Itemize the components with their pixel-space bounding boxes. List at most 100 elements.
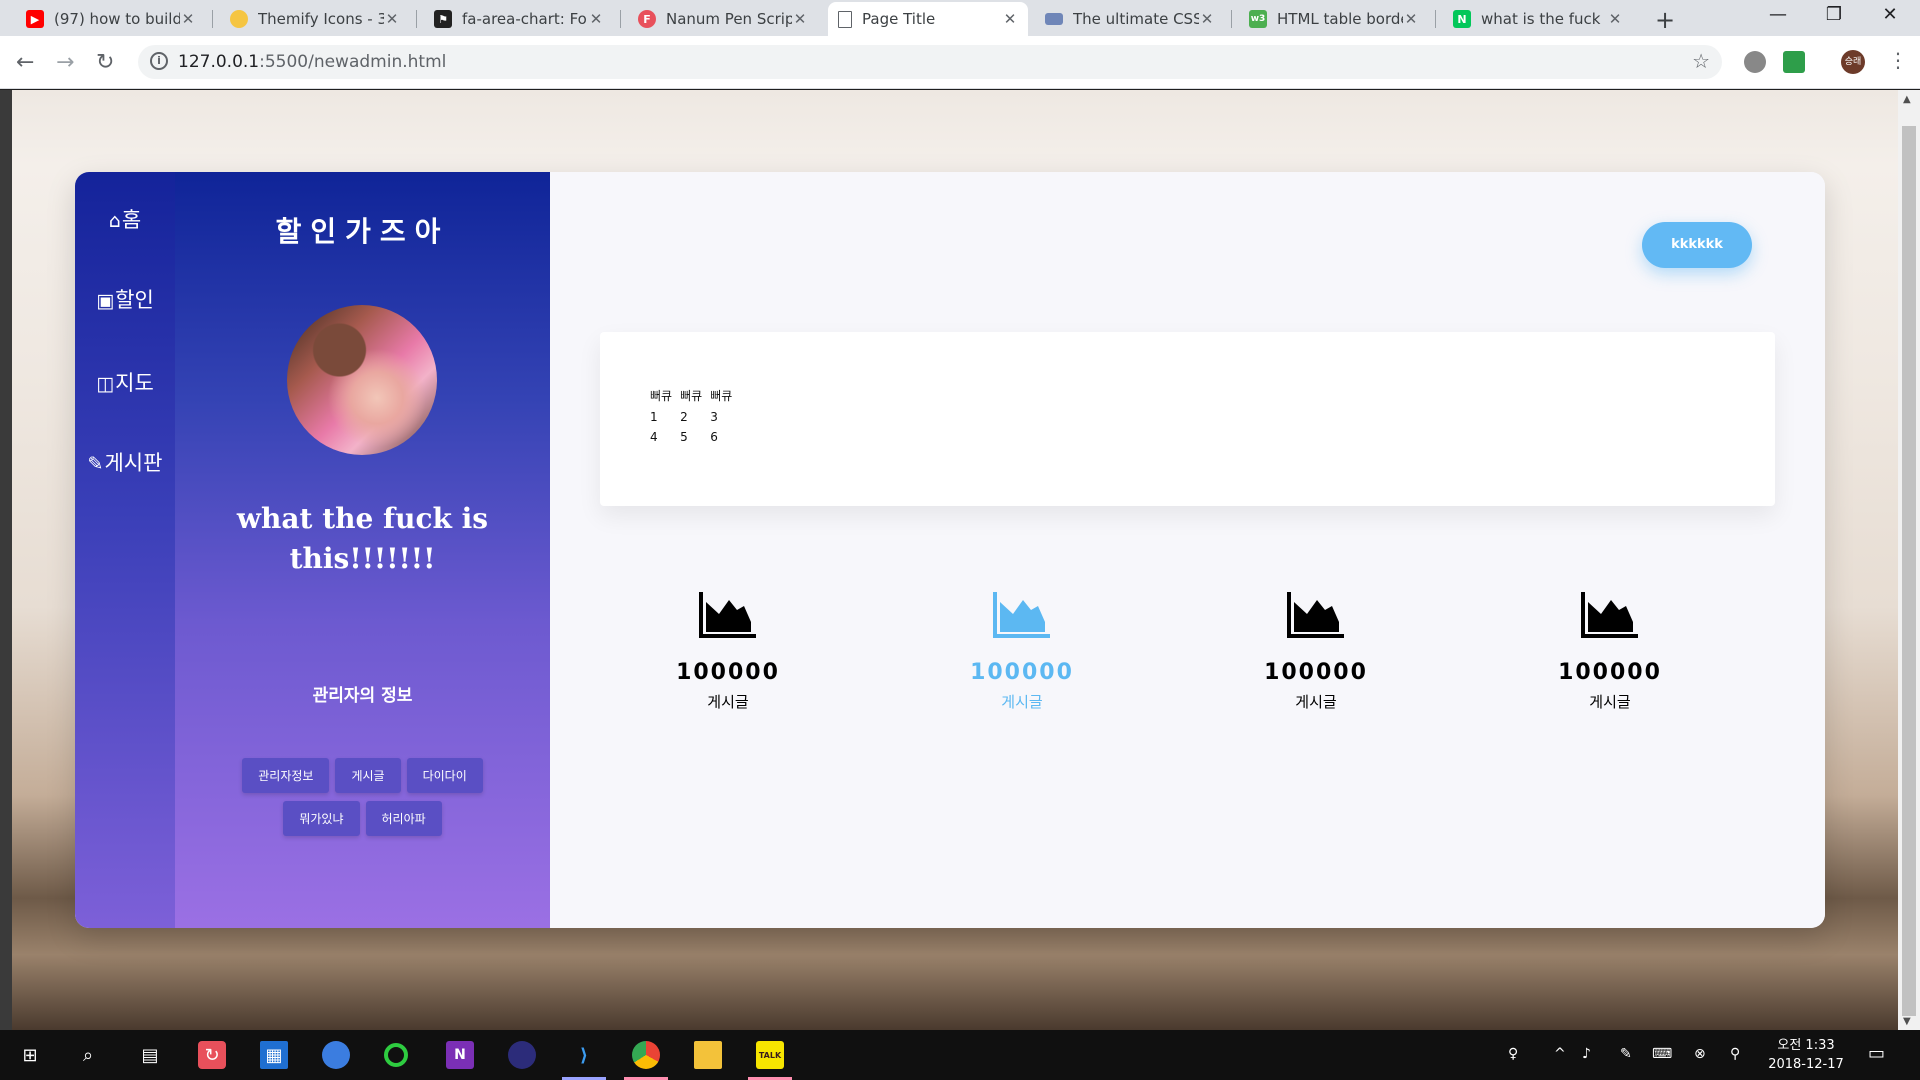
tray-chevron-icon[interactable]: ^: [1554, 1046, 1566, 1062]
url-text: 127.0.0.1:5500/newadmin.html: [178, 52, 447, 72]
area-chart-icon: [993, 592, 1050, 638]
scroll-down-icon[interactable]: ▼: [1903, 1016, 1911, 1027]
sync-app-icon[interactable]: ↻: [198, 1041, 226, 1069]
tab-fa-area-chart[interactable]: ⚑ fa-area-chart: Fon ✕: [424, 2, 614, 36]
tab-strip: ▶ (97) how to build ✕ Themify Icons - 3:…: [0, 0, 1920, 36]
chip-admin-info[interactable]: 관리자정보: [242, 758, 330, 793]
close-icon[interactable]: ✕: [180, 10, 196, 28]
green-circle-app-icon[interactable]: [384, 1043, 408, 1067]
browser-toolbar: ← → ↻ i 127.0.0.1:5500/newadmin.html ☆ 승…: [0, 36, 1920, 89]
tab-youtube[interactable]: ▶ (97) how to build ✕: [16, 2, 206, 36]
taskbar-clock[interactable]: 오전 1:33 2018-12-17: [1766, 1036, 1846, 1074]
close-icon[interactable]: ✕: [1002, 10, 1018, 28]
eclipse-icon[interactable]: [508, 1041, 536, 1069]
main-content: kkkkkk 뻐큐 뻐큐 뻐큐 1 2 3 4 5 6 100000 게시글 1…: [550, 172, 1825, 928]
stat-label: 게시글: [1295, 693, 1337, 711]
tab-separator: [416, 10, 417, 28]
vscode-icon[interactable]: ⟩: [570, 1041, 598, 1069]
kkkkkk-button[interactable]: kkkkkk: [1642, 222, 1752, 268]
nav-item-home[interactable]: ⌂홈: [75, 204, 175, 234]
info-icon[interactable]: i: [150, 52, 168, 70]
tab-separator: [1231, 10, 1232, 28]
volume-icon[interactable]: ♪: [1582, 1046, 1591, 1062]
pencil-icon: ✎: [87, 453, 104, 475]
chip-daidai[interactable]: 다이다이: [406, 758, 483, 793]
nav-item-discount[interactable]: ▣할인: [75, 284, 175, 314]
tab-separator: [1435, 10, 1436, 28]
chip-back-hurts[interactable]: 허리아파: [365, 801, 442, 836]
close-icon[interactable]: ✕: [1607, 10, 1623, 28]
store-icon[interactable]: ▦: [260, 1041, 288, 1069]
task-view-icon[interactable]: ▤: [136, 1041, 164, 1069]
close-icon[interactable]: ✕: [1199, 10, 1215, 28]
money-icon: ▣: [96, 290, 115, 312]
admin-photo: [287, 305, 437, 455]
stat-label: 게시글: [707, 693, 749, 711]
balloon-app-icon[interactable]: [322, 1041, 350, 1069]
extension-gear-icon[interactable]: [1744, 51, 1766, 73]
tab-themify[interactable]: Themify Icons - 3: ✕: [220, 2, 410, 36]
power-icon[interactable]: ⚲: [1730, 1046, 1740, 1062]
home-icon: ⌂: [108, 210, 121, 232]
tab-page-title[interactable]: Page Title ✕: [828, 2, 1028, 36]
tab-nanum-pen[interactable]: F Nanum Pen Script ✕: [628, 2, 818, 36]
scroll-up-icon[interactable]: ▲: [1903, 94, 1911, 105]
forward-icon[interactable]: →: [56, 50, 74, 75]
windows-start-icon[interactable]: ⊞: [16, 1041, 44, 1069]
stat-card[interactable]: 100000 게시글: [922, 592, 1122, 712]
scrollbar-thumb[interactable]: [1902, 126, 1916, 1016]
admin-info-title: 관리자의 정보: [312, 686, 413, 706]
table-cell: 3: [710, 410, 718, 424]
close-icon[interactable]: ✕: [384, 10, 400, 28]
stat-card[interactable]: 100000 게시글: [1216, 592, 1416, 712]
keyboard-icon[interactable]: ⌨: [1652, 1046, 1672, 1062]
extension-sheet-icon[interactable]: [1783, 51, 1805, 73]
kakaotalk-icon[interactable]: TALK: [756, 1041, 784, 1069]
table-header-row: 뻐큐 뻐큐 뻐큐: [650, 384, 740, 407]
window-close-icon[interactable]: ✕: [1862, 4, 1918, 32]
back-icon[interactable]: ←: [16, 50, 34, 75]
reload-icon[interactable]: ↻: [96, 50, 114, 75]
close-icon[interactable]: ✕: [588, 10, 604, 28]
nav-item-map[interactable]: ◫지도: [75, 367, 175, 397]
page-scrollbar[interactable]: ▲ ▼: [1898, 90, 1920, 1030]
close-icon[interactable]: ✕: [792, 10, 808, 28]
table-header-cell: 뻐큐: [680, 389, 703, 403]
tab-html-table[interactable]: w3 HTML table borde ✕: [1239, 2, 1429, 36]
stat-value: 100000: [676, 660, 780, 685]
tab-naver[interactable]: N what is the fuck : ✕: [1443, 2, 1633, 36]
profile-avatar[interactable]: 승래: [1841, 50, 1865, 74]
new-tab-button[interactable]: +: [1655, 6, 1675, 34]
chip-what-is-there[interactable]: 뭐가있냐: [283, 801, 360, 836]
tab-separator: [620, 10, 621, 28]
network-error-icon[interactable]: ⊗: [1694, 1046, 1706, 1062]
file-explorer-icon[interactable]: [694, 1041, 722, 1069]
close-icon[interactable]: ✕: [1403, 10, 1419, 28]
onenote-icon[interactable]: N: [446, 1041, 474, 1069]
profile-panel: 할인가즈아 what the fuck is this!!!!!!! 관리자의 …: [175, 172, 550, 928]
nav-item-board[interactable]: ✎게시판: [75, 447, 175, 477]
chrome-icon[interactable]: [632, 1041, 660, 1069]
people-icon[interactable]: ♀: [1508, 1046, 1518, 1062]
stat-card[interactable]: 100000 게시글: [628, 592, 828, 712]
stat-card[interactable]: 100000 게시글: [1510, 592, 1710, 712]
minimize-icon[interactable]: —: [1750, 4, 1806, 32]
search-icon[interactable]: ⌕: [74, 1041, 102, 1069]
data-table: 뻐큐 뻐큐 뻐큐 1 2 3 4 5 6: [650, 384, 740, 447]
notification-icon[interactable]: ▭: [1868, 1043, 1885, 1064]
f-icon: F: [638, 10, 656, 28]
table-panel: 뻐큐 뻐큐 뻐큐 1 2 3 4 5 6: [600, 332, 1775, 506]
area-chart-icon: [1287, 592, 1344, 638]
admin-card: ⌂홈 ▣할인 ◫지도 ✎게시판 할인가즈아 what the fuck is t…: [75, 172, 1825, 928]
bookmark-star-icon[interactable]: ☆: [1692, 49, 1710, 73]
stat-value: 100000: [970, 660, 1074, 685]
stat-label: 게시글: [1589, 693, 1631, 711]
table-cell: 5: [680, 430, 688, 444]
menu-kebab-icon[interactable]: ⋮: [1888, 48, 1908, 72]
stat-value: 100000: [1558, 660, 1662, 685]
chip-posts[interactable]: 게시글: [335, 758, 401, 793]
address-bar[interactable]: i 127.0.0.1:5500/newadmin.html ☆: [138, 45, 1722, 79]
pen-icon[interactable]: ✎: [1620, 1046, 1632, 1062]
maximize-icon[interactable]: ❐: [1806, 4, 1862, 32]
tab-css[interactable]: The ultimate CSS ✕: [1035, 2, 1225, 36]
